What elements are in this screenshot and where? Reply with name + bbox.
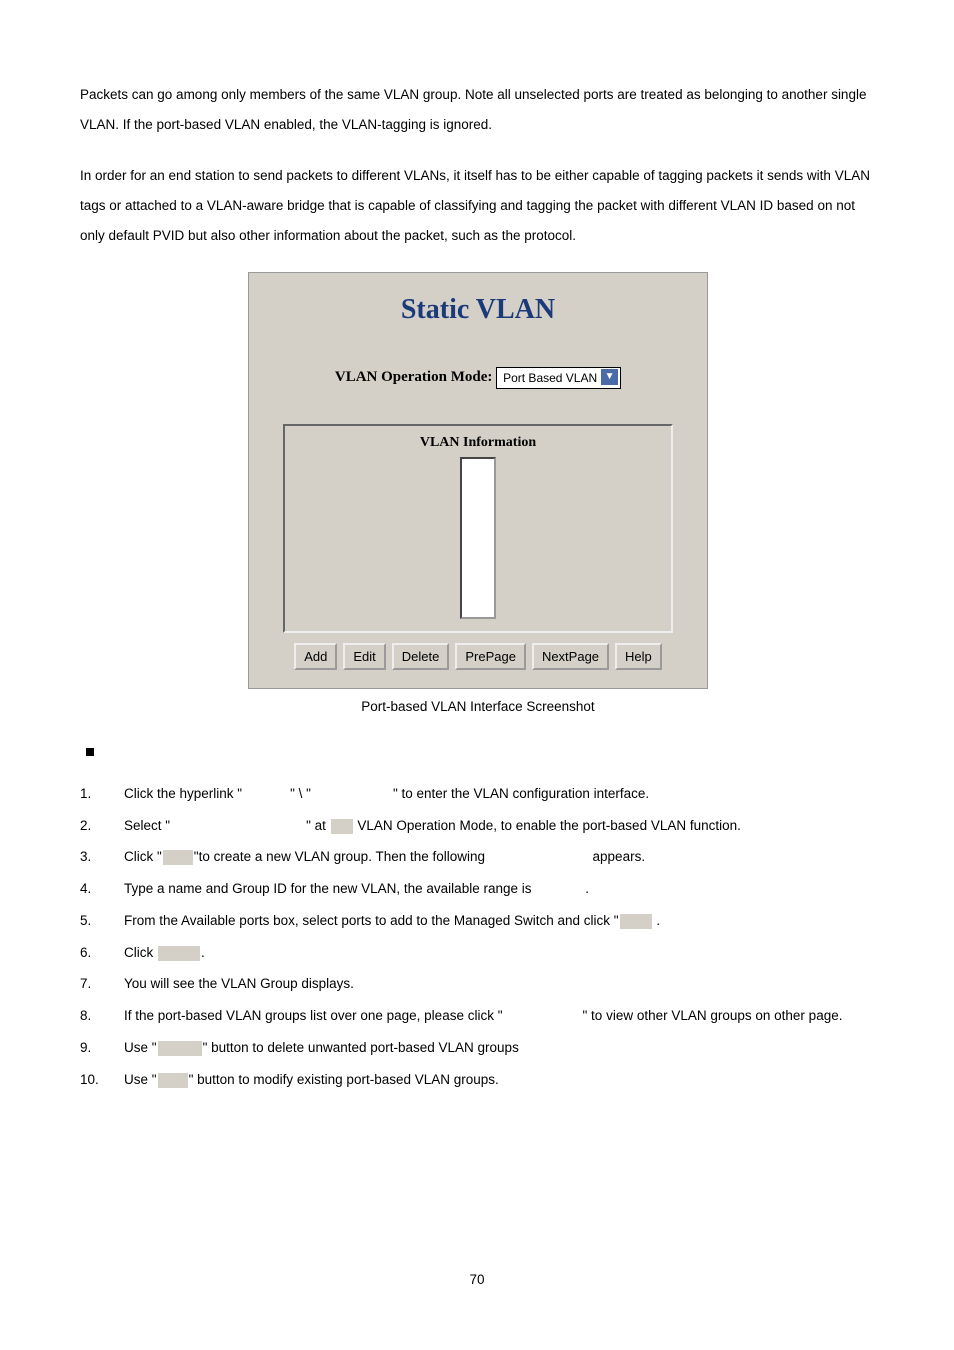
bullet-square-icon (86, 748, 94, 756)
step-item: 6.Click . (80, 943, 876, 963)
step-body: Use "" button to delete unwanted port-ba… (124, 1038, 876, 1058)
screenshot-caption: Port-based VLAN Interface Screenshot (80, 697, 876, 717)
step-body: Click ""to create a new VLAN group. Then… (124, 847, 876, 867)
step-item: 10.Use "" button to modify existing port… (80, 1070, 876, 1090)
step-body: If the port-based VLAN groups list over … (124, 1006, 876, 1026)
step-item: 8.If the port-based VLAN groups list ove… (80, 1006, 876, 1026)
screenshot-title: Static VLAN (249, 283, 707, 366)
step-body: Select "" at VLAN Operation Mode, to ena… (124, 816, 876, 836)
vlan-mode-select[interactable]: Port Based VLAN ▼ (496, 367, 621, 389)
step-number: 5. (80, 911, 124, 931)
step-item: 7.You will see the VLAN Group displays. (80, 974, 876, 994)
vlan-mode-value: Port Based VLAN (500, 369, 600, 387)
step-number: 10. (80, 1070, 124, 1090)
step-body: Type a name and Group ID for the new VLA… (124, 879, 876, 899)
step-body: Click . (124, 943, 876, 963)
step-number: 3. (80, 847, 124, 867)
step-number: 7. (80, 974, 124, 994)
para-1: Packets can go among only members of the… (80, 80, 876, 139)
para-2: In order for an end station to send pack… (80, 161, 876, 250)
step-item: 4.Type a name and Group ID for the new V… (80, 879, 876, 899)
highlight-box (158, 1041, 202, 1056)
highlight-box (163, 850, 193, 865)
step-item: 5.From the Available ports box, select p… (80, 911, 876, 931)
step-number: 2. (80, 816, 124, 836)
step-number: 4. (80, 879, 124, 899)
vlan-info-box: VLAN Information (283, 424, 673, 633)
step-item: 3.Click ""to create a new VLAN group. Th… (80, 847, 876, 867)
page-number: 70 (0, 1270, 954, 1290)
vlan-info-listbox[interactable] (460, 457, 496, 619)
step-body: You will see the VLAN Group displays. (124, 974, 876, 994)
highlight-box (620, 914, 652, 929)
step-body: Click the hyperlink "" \ "" to enter the… (124, 784, 876, 804)
add-button[interactable]: Add (294, 643, 337, 671)
step-item: 9.Use "" button to delete unwanted port-… (80, 1038, 876, 1058)
step-body: Use "" button to modify existing port-ba… (124, 1070, 876, 1090)
step-item: 1.Click the hyperlink "" \ "" to enter t… (80, 784, 876, 804)
nextpage-button[interactable]: NextPage (532, 643, 609, 671)
vlan-mode-label: VLAN Operation Mode: (335, 369, 493, 385)
highlight-box (158, 1073, 188, 1088)
embedded-screenshot: Static VLAN VLAN Operation Mode: Port Ba… (248, 272, 708, 689)
button-row: Add Edit Delete PrePage NextPage Help (249, 643, 707, 671)
step-number: 9. (80, 1038, 124, 1058)
step-number: 8. (80, 1006, 124, 1026)
steps-list: 1.Click the hyperlink "" \ "" to enter t… (80, 784, 876, 1090)
step-number: 6. (80, 943, 124, 963)
help-button[interactable]: Help (615, 643, 662, 671)
vlan-mode-row: VLAN Operation Mode: Port Based VLAN ▼ (249, 366, 707, 424)
highlight-box (331, 819, 353, 834)
highlight-box (158, 946, 200, 961)
step-item: 2.Select "" at VLAN Operation Mode, to e… (80, 816, 876, 836)
prepage-button[interactable]: PrePage (455, 643, 526, 671)
step-body: From the Available ports box, select por… (124, 911, 876, 931)
chevron-down-icon[interactable]: ▼ (601, 369, 618, 385)
vlan-info-title: VLAN Information (285, 432, 671, 453)
delete-button[interactable]: Delete (392, 643, 450, 671)
edit-button[interactable]: Edit (343, 643, 385, 671)
step-number: 1. (80, 784, 124, 804)
